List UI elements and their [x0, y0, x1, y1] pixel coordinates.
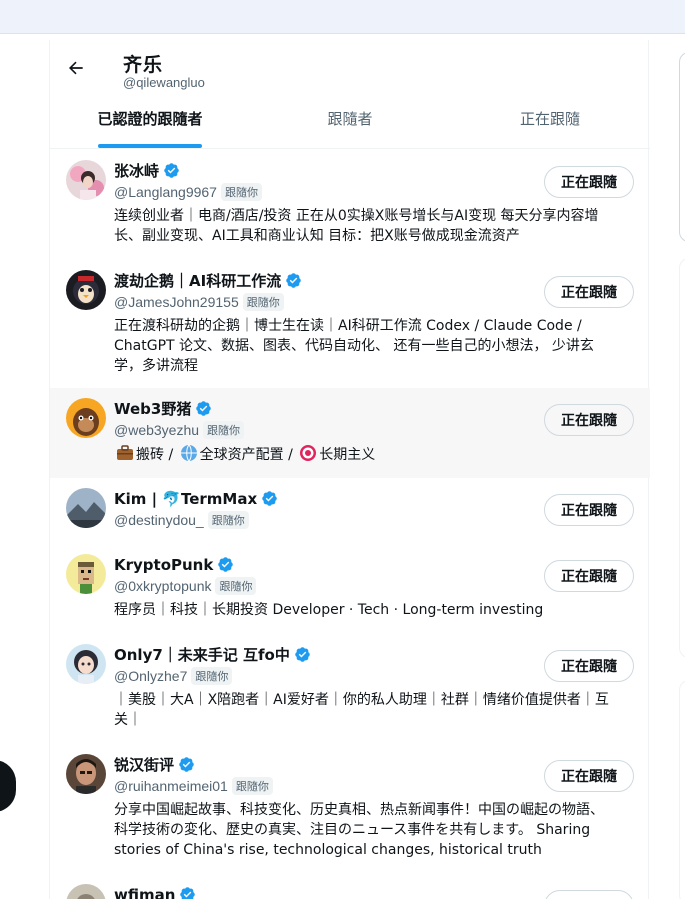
user-bio: 连续创业者｜电商/酒店/投资 正在从0实操X账号增长与AI变现 每天分享内容增长… — [114, 208, 599, 244]
verified-badge-icon — [295, 647, 310, 662]
following-button[interactable]: 正在跟隨 — [544, 760, 634, 792]
user-handle: @0xkryptopunk — [114, 578, 212, 594]
tab-label: 已認證的跟隨者 — [97, 110, 203, 128]
user-row[interactable]: wfiman — [50, 874, 650, 899]
floating-action-button[interactable] — [0, 760, 16, 812]
landscape-avatar[interactable] — [66, 488, 106, 528]
user-row[interactable]: Only7｜未来手记 互fo中 @Onlyzhe7 跟隨你 ｜美股｜大A｜X陪跑… — [50, 634, 650, 744]
follows-you-badge: 跟隨你 — [203, 421, 245, 439]
profile-name: 齐乐 — [123, 54, 164, 76]
user-handle: @JamesJohn29155 — [114, 294, 239, 310]
followers-tabs: 已認證的跟隨者 跟隨者 正在跟隨 — [50, 93, 650, 149]
user-bio: 搬砖 / 全球资产配置 / 长期主义 — [114, 444, 634, 465]
flower-girl-avatar[interactable] — [66, 160, 106, 200]
user-handle: @Onlyzhe7 — [114, 668, 188, 684]
user-display-name[interactable]: 锐汉街评 — [114, 754, 174, 775]
verified-badge-icon — [196, 401, 212, 416]
follows-you-badge: 跟隨你 — [220, 183, 262, 201]
user-row[interactable]: Kim | 🐬TermMax @destinydou_ 跟隨你 正在跟隨 — [50, 478, 650, 544]
right-sidebar-card — [679, 680, 685, 899]
briefcase-icon — [117, 445, 133, 460]
follows-you-badge: 跟隨你 — [215, 577, 257, 595]
verified-badge-icon — [262, 491, 277, 506]
user-row[interactable]: 张冰峙 @Langlang9967 跟隨你 连续创业者｜电商/酒店/投资 正在从… — [50, 150, 650, 260]
bio-text-part: 长期主义 — [319, 447, 376, 463]
right-sidebar-card — [679, 258, 685, 658]
partial-avatar[interactable] — [66, 884, 106, 899]
following-button[interactable]: 正在跟隨 — [544, 166, 634, 198]
user-display-name[interactable]: Web3野猪 — [114, 398, 191, 419]
user-display-name[interactable]: 渡劫企鹅｜AI科研工作流 — [114, 270, 281, 291]
verified-badge-icon — [180, 887, 196, 899]
tab-label: 跟隨者 — [327, 110, 373, 128]
back-arrow-icon[interactable] — [62, 54, 90, 82]
following-button[interactable]: 正在跟隨 — [544, 494, 634, 526]
user-row[interactable]: Web3野猪 @web3yezhu 跟隨你 搬砖 / 全球资产配置 / 长期主义… — [50, 388, 650, 478]
globe-icon — [180, 444, 197, 462]
user-display-name[interactable]: KryptoPunk — [114, 556, 213, 574]
tab-following[interactable]: 正在跟隨 — [450, 93, 650, 148]
user-bio: ｜美股｜大A｜X陪跑者｜AI爱好者｜你的私人助理｜社群｜情绪价值提供者｜互关｜ — [114, 692, 609, 728]
following-button[interactable]: 正在跟隨 — [544, 276, 634, 308]
main-column: 齐乐 @qilewangluo 已認證的跟隨者 跟隨者 正在跟隨 张冰峙 @La… — [49, 40, 650, 899]
tab-label: 正在跟隨 — [519, 110, 580, 128]
follows-you-badge: 跟隨你 — [242, 293, 284, 311]
user-handle: @ruihanmeimei01 — [114, 778, 228, 794]
active-tab-indicator — [98, 144, 202, 148]
user-row[interactable]: KryptoPunk @0xkryptopunk 跟隨你 程序员｜科技｜长期投资… — [50, 544, 650, 634]
follows-you-badge: 跟隨你 — [231, 777, 273, 795]
user-display-name[interactable]: wfiman — [114, 886, 175, 899]
user-bio: 正在渡科研劫的企鹅｜博士生在读｜AI科研工作流 Codex / Claude C… — [114, 318, 594, 374]
user-bio: 分享中国崛起故事、科技变化、历史真相、热点新闻事件！中国の崛起の物語、科学技術の… — [114, 802, 604, 858]
user-display-name[interactable]: Only7｜未来手记 互fo中 — [114, 644, 290, 665]
verified-badge-icon — [218, 557, 234, 572]
user-row[interactable]: 锐汉街评 @ruihanmeimei01 跟隨你 分享中国崛起故事、科技变化、历… — [50, 744, 650, 874]
user-handle: @destinydou_ — [114, 512, 204, 528]
profile-header: 齐乐 @qilewangluo — [50, 40, 650, 93]
verified-badge-icon — [286, 273, 301, 288]
bio-text-part: 全球资产配置 / — [199, 447, 298, 463]
tab-verified-followers[interactable]: 已認證的跟隨者 — [50, 93, 250, 148]
following-button[interactable] — [544, 890, 634, 899]
user-handle: @web3yezhu — [114, 422, 200, 438]
man-avatar[interactable] — [66, 754, 106, 794]
tab-followers[interactable]: 跟隨者 — [250, 93, 450, 148]
ape-avatar[interactable] — [66, 398, 106, 438]
profile-handle: @qilewangluo — [123, 75, 205, 90]
right-sidebar-card — [679, 52, 685, 242]
user-row[interactable]: 渡劫企鹅｜AI科研工作流 @JamesJohn29155 跟隨你 正在渡科研劫的… — [50, 260, 650, 388]
verified-badge-icon — [179, 757, 194, 772]
bio-text-part: 搬砖 / — [136, 447, 178, 463]
punk-avatar[interactable] — [66, 554, 106, 594]
target-icon — [300, 445, 317, 461]
verified-badge-icon — [164, 163, 179, 178]
browser-top-strip — [0, 0, 685, 34]
user-list: 张冰峙 @Langlang9967 跟隨你 连续创业者｜电商/酒店/投资 正在从… — [50, 150, 650, 899]
user-bio: 程序员｜科技｜长期投资 Developer · Tech · Long-term… — [114, 602, 544, 618]
anime-girl-avatar[interactable] — [66, 644, 106, 684]
user-handle: @Langlang9967 — [114, 184, 217, 200]
following-button[interactable]: 正在跟隨 — [544, 560, 634, 592]
user-display-name[interactable]: 张冰峙 — [114, 160, 159, 181]
following-button[interactable]: 正在跟隨 — [544, 404, 634, 436]
following-button[interactable]: 正在跟隨 — [544, 650, 634, 682]
penguin-avatar[interactable] — [66, 270, 106, 310]
user-display-name[interactable]: Kim | 🐬TermMax — [114, 490, 257, 508]
follows-you-badge: 跟隨你 — [207, 511, 249, 529]
follows-you-badge: 跟隨你 — [191, 667, 233, 685]
